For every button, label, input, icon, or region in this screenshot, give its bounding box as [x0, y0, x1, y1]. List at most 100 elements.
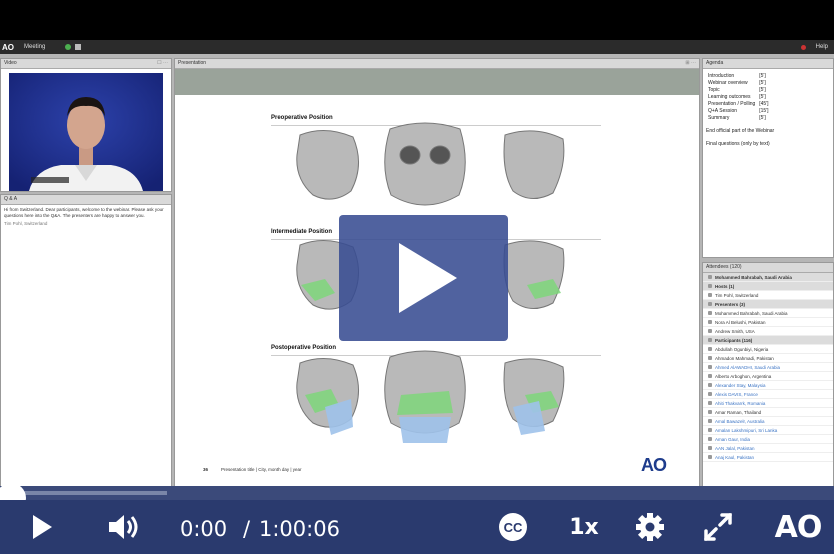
brand-text: AO: [774, 509, 823, 545]
agenda-item-time: [15']: [759, 108, 769, 114]
presenter-webcam: [9, 73, 163, 191]
connection-icon: [65, 44, 72, 50]
user-icon: [708, 428, 712, 432]
user-icon: [708, 401, 712, 405]
agenda-note: End official part of the Webinar: [706, 128, 775, 134]
qa-pod-header: Q & A: [1, 195, 171, 205]
meeting-status: [65, 44, 82, 50]
agenda-item: Introduction [5']: [706, 73, 771, 80]
qa-pod: Q & A Hi from Switzerland. Dear particip…: [0, 194, 172, 500]
agenda-item-label: Topic: [708, 87, 720, 93]
agenda-item: Learning outcomes [5']: [706, 94, 771, 101]
video-player: AO Meeting Help Video ☐ ⋯ Q & A Hi from …: [0, 0, 834, 554]
agenda-item-label: Learning outcomes: [708, 94, 751, 100]
user-icon: [708, 392, 712, 396]
current-time: 0:00: [180, 517, 228, 541]
play-button[interactable]: [24, 500, 60, 554]
user-icon: [708, 347, 712, 351]
video-pod-title: Video: [4, 60, 17, 66]
gear-icon: [636, 513, 664, 541]
user-icon: [708, 383, 712, 387]
qa-message: Hi from Switzerland. Dear participants, …: [4, 207, 164, 218]
meeting-right-controls: Help: [800, 44, 828, 50]
meeting-menubar: AO Meeting Help: [0, 40, 834, 54]
attendee-row: Anaj Kaul, Pakistan: [703, 453, 833, 462]
agenda-item-time: [45']: [759, 101, 769, 107]
user-icon: [708, 329, 712, 333]
user-icon: [708, 311, 712, 315]
speed-button[interactable]: 1x: [562, 500, 606, 554]
attendees-pod: Attendees (120) Mohammed Bahrabah, Saudi…: [702, 262, 834, 500]
attendee-name: Andrew Smith, USA: [715, 328, 755, 334]
user-icon: [708, 293, 712, 297]
group-icon: [708, 284, 712, 288]
agenda-item-label: Introduction: [708, 73, 735, 79]
meeting-menu: Meeting: [24, 44, 46, 50]
user-icon: [708, 356, 712, 360]
user-icon: [708, 437, 712, 441]
agenda-pod-header: Agenda: [703, 59, 833, 69]
user-icon: [708, 446, 712, 450]
agenda-item: Topic [5']: [706, 87, 771, 94]
attendees-pod-header: Attendees (120): [703, 263, 833, 273]
cc-label: CC: [504, 520, 523, 535]
attendee-name: Alberto Arboghon, Argentina: [715, 373, 772, 379]
agenda-item: Summary [5']: [706, 115, 771, 122]
agenda-pod-title: Agenda: [706, 60, 724, 66]
record-icon: [75, 44, 82, 50]
attendee-name: Participants (116): [715, 337, 753, 343]
attendee-name: Nora Al Belushi, Pakistan: [715, 319, 766, 325]
attendee-name: Mohammed Bahrabah, Saudi Arabia: [715, 310, 788, 316]
attendee-name: Ahiti Thakvarrk, Romania: [715, 400, 766, 406]
attendee-name: Hosts (1): [715, 283, 735, 289]
agenda-note: Final questions (only by text): [706, 141, 770, 147]
attendee-name: Aman Gaur, India: [715, 436, 751, 442]
share-pod-header: Presentation ⊞ ⋯: [175, 59, 699, 69]
presenter-figure: [9, 73, 163, 191]
agenda-item-label: Presentation / Polling: [708, 101, 756, 107]
group-icon: [708, 302, 712, 306]
big-play-button[interactable]: [339, 215, 508, 341]
attendee-name: Amalan Lakshmipuri, Sri Lanka: [715, 427, 778, 433]
progress-bar[interactable]: [0, 486, 834, 500]
attendee-name: Alexis DAVIS, France: [715, 391, 758, 397]
live-indicator-icon: [800, 44, 806, 50]
agenda-item-label: Summary: [708, 115, 730, 121]
attendee-name: Amal Bawazelr, Australia: [715, 418, 765, 424]
video-pod-header: Video ☐ ⋯: [1, 59, 171, 69]
attendee-name: Presenters (3): [715, 301, 746, 307]
slide-number: 36: [203, 467, 209, 472]
fullscreen-button[interactable]: [700, 500, 736, 554]
share-toolbar-strip: [175, 69, 699, 95]
ao-brand-logo[interactable]: AO: [770, 500, 826, 554]
slide-ao-logo: AO: [641, 455, 667, 475]
agenda-item-time: [5']: [759, 94, 766, 100]
user-icon: [708, 455, 712, 459]
attendee-name: AAN Jalal, Pakistan: [715, 445, 755, 451]
qa-sender: Tim Pohl, Switzerland: [4, 221, 48, 226]
meeting-logo: AO: [2, 42, 14, 52]
attendee-name: Amar Raman, Thailand: [715, 409, 762, 415]
pod-menu-icon: ⊞ ⋯: [685, 60, 696, 66]
help-menu: Help: [815, 44, 828, 50]
agenda-item-time: [5']: [759, 87, 766, 93]
agenda-item-time: [5']: [759, 115, 766, 121]
share-pod-title: Presentation: [178, 60, 207, 66]
agenda-list: Introduction [5'] Webinar overview [5'] To…: [706, 73, 771, 122]
agenda-item-time: [5']: [759, 73, 766, 79]
attendees-pod-title: Attendees (120): [706, 264, 742, 270]
attendee-name: Ahmed AlAWADHI, Saudi Arabia: [715, 364, 780, 370]
duration: 1:00:06: [259, 517, 340, 541]
captions-button[interactable]: CC: [496, 500, 530, 554]
pod-menu-icon: ☐ ⋯: [157, 60, 168, 66]
group-icon: [708, 275, 712, 279]
volume-button[interactable]: [104, 500, 144, 554]
agenda-item: Q+A Session [15']: [706, 108, 771, 115]
user-icon: [708, 320, 712, 324]
agenda-item-time: [5']: [759, 80, 766, 86]
attendee-name: Anaj Kaul, Pakistan: [715, 454, 755, 460]
agenda-item-label: Q+A Session: [708, 108, 738, 114]
attendee-name: Alexander Stay, Malaysia: [715, 382, 766, 388]
settings-button[interactable]: [632, 500, 668, 554]
agenda-item-label: Webinar overview: [708, 80, 748, 86]
